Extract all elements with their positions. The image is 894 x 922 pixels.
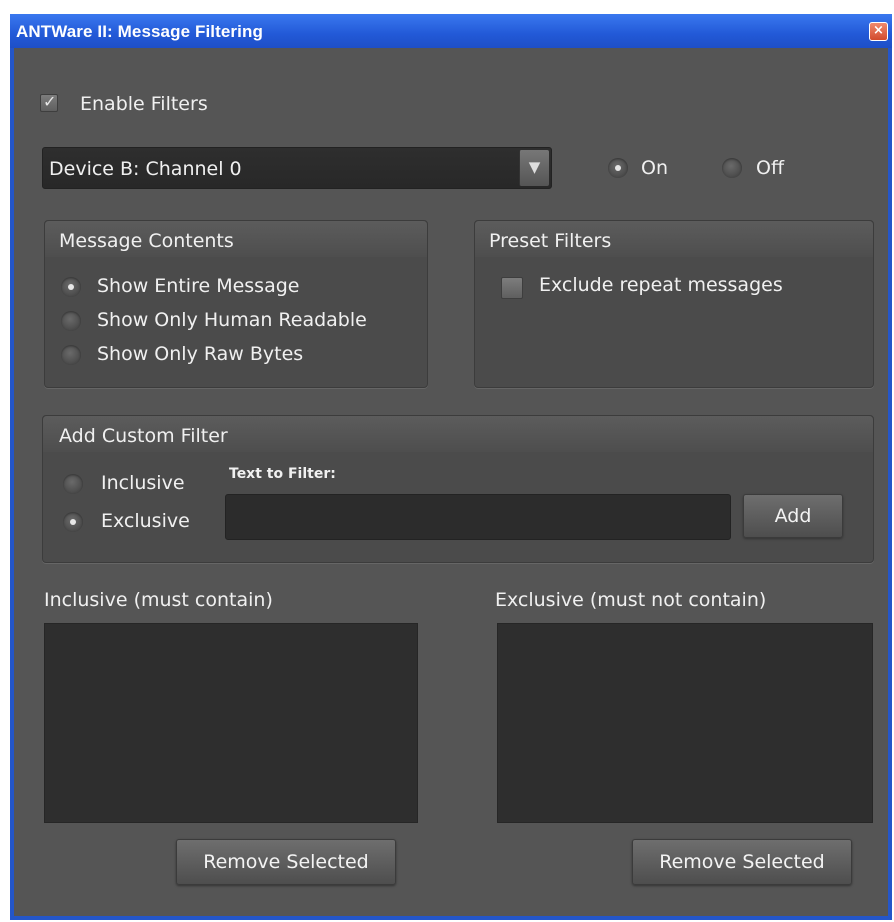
exclusive-label: Exclusive <box>101 510 190 532</box>
close-button[interactable]: × <box>869 22 888 41</box>
show-human-readable-radio[interactable] <box>61 311 81 331</box>
inclusive-list[interactable] <box>44 623 418 823</box>
enable-filters-checkbox[interactable]: ✓ <box>40 92 58 112</box>
add-button-label: Add <box>774 505 812 527</box>
remove-selected-inclusive-button[interactable]: Remove Selected <box>176 839 396 885</box>
add-custom-filter-header: Add Custom Filter <box>43 416 873 452</box>
exclusive-list[interactable] <box>497 623 873 823</box>
message-contents-title: Message Contents <box>59 230 234 252</box>
checkmark-icon: ✓ <box>43 92 57 111</box>
exclusive-list-title: Exclusive (must not contain) <box>495 589 767 611</box>
show-raw-bytes-label: Show Only Raw Bytes <box>97 343 304 365</box>
show-entire-message-label: Show Entire Message <box>97 275 300 297</box>
close-icon: × <box>873 23 884 38</box>
message-contents-group: Message Contents Show Entire Message Sho… <box>44 220 428 388</box>
inclusive-label: Inclusive <box>101 472 185 494</box>
enable-filters-label: Enable Filters <box>80 93 208 115</box>
remove-selected-exclusive-button[interactable]: Remove Selected <box>632 839 852 885</box>
exclusive-radio[interactable] <box>63 512 83 532</box>
device-channel-value: Device B: Channel 0 <box>49 158 242 180</box>
remove-selected-exclusive-label: Remove Selected <box>659 851 825 873</box>
text-to-filter-input[interactable] <box>225 494 731 540</box>
show-human-readable-label: Show Only Human Readable <box>97 309 367 331</box>
off-label: Off <box>756 157 785 179</box>
on-label: On <box>641 157 668 179</box>
preset-filters-group: Preset Filters Exclude repeat messages <box>474 220 874 388</box>
add-custom-filter-group: Add Custom Filter Inclusive Exclusive Te… <box>42 415 874 563</box>
window-title: ANTWare II: Message Filtering <box>16 22 263 41</box>
on-radio[interactable] <box>608 158 628 178</box>
message-contents-header: Message Contents <box>45 221 427 257</box>
dialog-body: ✓ Enable Filters Device B: Channel 0 ▼ O… <box>14 48 888 916</box>
off-radio[interactable] <box>722 158 742 178</box>
device-channel-select[interactable]: Device B: Channel 0 ▼ <box>42 147 552 189</box>
add-button[interactable]: Add <box>743 494 843 538</box>
inclusive-list-title: Inclusive (must contain) <box>44 589 273 611</box>
add-custom-filter-title: Add Custom Filter <box>59 425 228 447</box>
remove-selected-inclusive-label: Remove Selected <box>203 851 369 873</box>
chevron-down-icon: ▼ <box>528 158 541 176</box>
title-bar[interactable]: ANTWare II: Message Filtering × <box>10 14 892 48</box>
inclusive-radio[interactable] <box>63 474 83 494</box>
filter-window: ANTWare II: Message Filtering × ✓ Enable… <box>10 14 892 920</box>
show-entire-message-radio[interactable] <box>61 277 81 297</box>
preset-filters-header: Preset Filters <box>475 221 873 257</box>
show-raw-bytes-radio[interactable] <box>61 345 81 365</box>
exclude-repeat-checkbox[interactable] <box>501 277 523 299</box>
text-to-filter-label: Text to Filter: <box>229 466 336 482</box>
dropdown-button[interactable]: ▼ <box>519 150 549 186</box>
exclude-repeat-label: Exclude repeat messages <box>539 274 783 296</box>
preset-filters-title: Preset Filters <box>489 230 612 252</box>
